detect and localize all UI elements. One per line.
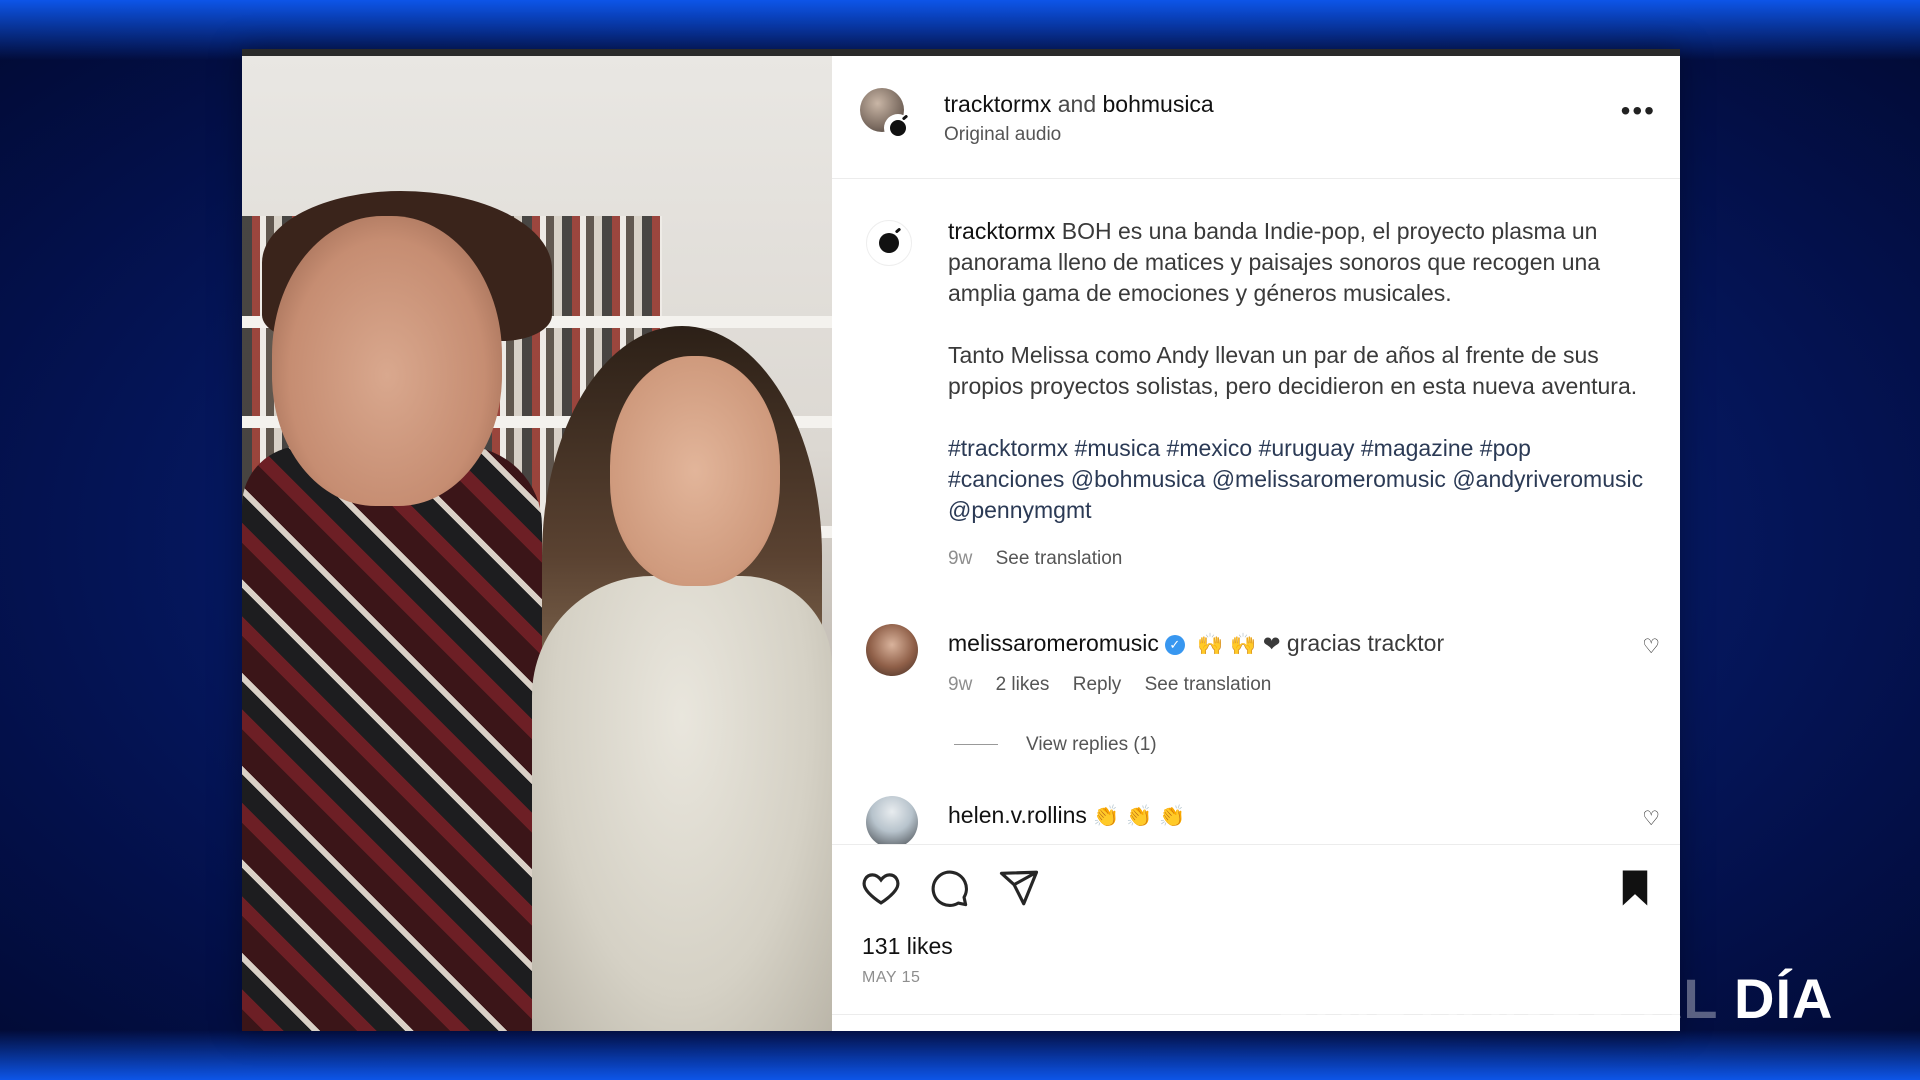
- commenter-avatar[interactable]: [866, 796, 918, 844]
- author-connector: and: [1057, 91, 1097, 117]
- caption-meta: 9w See translation: [948, 543, 1648, 574]
- share-icon[interactable]: [998, 867, 1040, 909]
- caption-hashtags[interactable]: #tracktormx #musica #mexico #uruguay #ma…: [948, 433, 1648, 526]
- post-sidebar: tracktormx and bohmusica Original audio …: [832, 56, 1680, 1031]
- caption-see-translation[interactable]: See translation: [996, 548, 1123, 569]
- comment-meta: 9w 2 likes Reply See translation: [948, 674, 1289, 696]
- author-username-1[interactable]: tracktormx: [944, 91, 1051, 117]
- watermark-part-2: DÍA: [1734, 967, 1834, 1030]
- caption-avatar[interactable]: [866, 220, 912, 266]
- caption-username[interactable]: tracktormx: [948, 218, 1055, 244]
- post-date: MAY 15: [862, 969, 921, 986]
- more-options-icon[interactable]: •••: [1621, 97, 1656, 125]
- verified-badge-icon: ✓: [1164, 635, 1185, 655]
- man-face: [272, 216, 502, 506]
- author-names: tracktormx and bohmusica: [944, 91, 1214, 118]
- comment-like-heart-icon[interactable]: ♡: [1642, 806, 1660, 830]
- bomb-logo-icon: [890, 120, 906, 136]
- comment-reply-button[interactable]: Reply: [1073, 674, 1122, 695]
- card-top-bar: [242, 49, 1680, 56]
- collab-avatar-badge[interactable]: [884, 114, 912, 142]
- bottom-glow: [0, 1030, 1920, 1080]
- comment-icon[interactable]: [928, 867, 970, 909]
- post-header: tracktormx and bohmusica Original audio …: [832, 56, 1680, 179]
- woman-face: [610, 356, 780, 586]
- comment-username[interactable]: helen.v.rollins: [948, 802, 1087, 828]
- comment-see-translation[interactable]: See translation: [1145, 674, 1272, 695]
- comment-body: melissaromeromusic ✓ 🙌 🙌 ❤ gracias trackt…: [948, 630, 1444, 657]
- watermark-part-1: CRISTIANOS AL: [1272, 967, 1718, 1030]
- comment-item: helen.v.rollins 👏 👏 👏 ♡: [832, 796, 1680, 844]
- comment-text: gracias tracktor: [1286, 630, 1445, 656]
- comment-like-heart-icon[interactable]: ♡: [1642, 634, 1660, 658]
- comment-username[interactable]: melissaromeromusic: [948, 630, 1159, 656]
- audio-label[interactable]: Original audio: [944, 124, 1061, 146]
- like-heart-icon[interactable]: [860, 867, 902, 909]
- comment-emojis: 🙌 🙌 ❤: [1197, 632, 1281, 656]
- caption-time: 9w: [948, 548, 973, 569]
- channel-watermark: CRISTIANOS AL DÍA: [1272, 966, 1833, 1031]
- man-shirt: [242, 446, 542, 1031]
- caption-text: tracktormx BOH es una banda Indie-pop, e…: [948, 216, 1648, 574]
- comment-body: helen.v.rollins 👏 👏 👏: [948, 802, 1185, 829]
- woman-sweater: [532, 576, 832, 1031]
- bomb-logo-icon: [879, 233, 899, 253]
- comment-time: 9w: [948, 674, 973, 695]
- comment-likes[interactable]: 2 likes: [996, 674, 1050, 695]
- instagram-post-card: tracktormx and bohmusica Original audio …: [242, 49, 1680, 1031]
- likes-count[interactable]: 131 likes: [862, 933, 953, 960]
- replies-divider: [954, 744, 998, 746]
- view-replies-label[interactable]: View replies (1): [1026, 734, 1157, 755]
- comment-emojis: 👏 👏 👏: [1093, 804, 1186, 828]
- bookmark-icon[interactable]: [1614, 867, 1656, 909]
- view-replies[interactable]: View replies (1): [954, 734, 1157, 756]
- author-username-2[interactable]: bohmusica: [1103, 91, 1214, 117]
- caption-paragraph-2: Tanto Melissa como Andy llevan un par de…: [948, 342, 1638, 399]
- post-video-frame[interactable]: [242, 56, 832, 1031]
- commenter-avatar[interactable]: [866, 624, 918, 676]
